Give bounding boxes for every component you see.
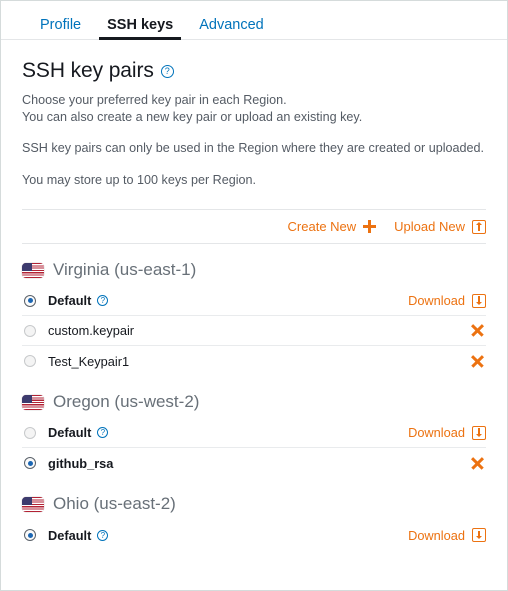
upload-new-label: Upload New xyxy=(394,219,465,234)
ssh-keys-page: Profile SSH keys Advanced SSH key pairs … xyxy=(1,1,507,590)
key-radio-virginia-test-keypair1[interactable] xyxy=(24,355,36,367)
create-new-button[interactable]: Create New xyxy=(288,219,377,234)
page-title: SSH key pairs xyxy=(22,59,154,82)
key-label: Test_Keypair1 xyxy=(48,353,130,369)
key-radio-virginia-custom-keypair[interactable] xyxy=(24,324,36,337)
actions-row: Create New Upload New xyxy=(22,210,486,243)
key-label: Default xyxy=(48,425,92,440)
region-section-oregon: Oregon (us-west-2) Default ? Download gi… xyxy=(22,392,486,478)
key-row[interactable]: Default ? Download xyxy=(22,520,486,550)
key-radio-oregon-default[interactable] xyxy=(24,426,36,439)
us-flag-icon xyxy=(22,496,44,512)
description-line-1: Choose your preferred key pair in each R… xyxy=(22,93,287,107)
download-label: Download xyxy=(408,293,465,308)
delete-key-button[interactable] xyxy=(471,457,484,470)
key-row[interactable]: custom.keypair xyxy=(22,316,486,346)
key-row[interactable]: Default ? Download xyxy=(22,418,486,448)
question-circle-icon[interactable]: ? xyxy=(97,529,109,541)
tab-advanced[interactable]: Advanced xyxy=(188,17,275,40)
key-row[interactable]: Test_Keypair1 xyxy=(22,346,486,376)
question-circle-icon[interactable]: ? xyxy=(97,295,109,306)
download-box-icon xyxy=(472,425,486,440)
key-label: github_rsa xyxy=(48,455,114,471)
page-title-row: SSH key pairs ? xyxy=(22,59,486,83)
note-region-restriction: SSH key pairs can only be used in the Re… xyxy=(22,141,485,155)
download-label: Download xyxy=(408,425,465,440)
region-section-ohio: Ohio (us-east-2) Default ? Download xyxy=(22,494,486,550)
us-flag-icon xyxy=(22,394,44,410)
note-key-limit: You may store up to 100 keys per Region. xyxy=(22,173,257,187)
plus-icon xyxy=(363,220,377,233)
create-new-label: Create New xyxy=(287,219,357,234)
us-flag-icon xyxy=(22,262,44,278)
delete-key-button[interactable] xyxy=(471,324,484,337)
region-header-ohio: Ohio (us-east-2) xyxy=(22,494,486,514)
key-label: custom.keypair xyxy=(48,323,135,338)
region-name-oregon: Oregon (us-west-2) xyxy=(53,392,200,411)
region-header-virginia: Virginia (us-east-1) xyxy=(22,260,486,280)
download-box-icon xyxy=(472,528,486,542)
question-circle-icon[interactable]: ? xyxy=(160,64,174,78)
region-name-virginia: Virginia (us-east-1) xyxy=(53,260,197,279)
key-label: Default xyxy=(48,527,92,543)
divider-below-actions xyxy=(22,243,486,244)
description-line-2: You can also create a new key pair or up… xyxy=(22,110,363,124)
delete-key-button[interactable] xyxy=(471,355,484,368)
content-area: SSH key pairs ? Choose your preferred ke… xyxy=(1,59,507,550)
key-radio-virginia-default[interactable] xyxy=(24,294,36,307)
key-radio-oregon-github-rsa[interactable] xyxy=(24,457,36,469)
download-label: Download xyxy=(408,527,465,543)
question-circle-icon[interactable]: ? xyxy=(97,427,109,438)
tab-profile[interactable]: Profile xyxy=(29,17,92,40)
region-header-oregon: Oregon (us-west-2) xyxy=(22,392,486,412)
tab-bar: Profile SSH keys Advanced xyxy=(1,1,507,40)
upload-box-icon xyxy=(472,219,486,234)
tab-ssh-keys[interactable]: SSH keys xyxy=(96,17,184,40)
key-row[interactable]: Default ? Download xyxy=(22,286,486,316)
key-row[interactable]: github_rsa xyxy=(22,448,486,478)
download-button[interactable]: Download xyxy=(408,425,486,440)
download-button[interactable]: Download xyxy=(408,528,486,543)
upload-new-button[interactable]: Upload New xyxy=(394,219,486,234)
download-button[interactable]: Download xyxy=(408,293,486,308)
region-name-ohio: Ohio (us-east-2) xyxy=(53,494,176,513)
key-radio-ohio-default[interactable] xyxy=(24,529,36,541)
region-section-virginia: Virginia (us-east-1) Default ? Download … xyxy=(22,260,486,376)
download-box-icon xyxy=(472,293,486,308)
key-label: Default xyxy=(48,293,92,308)
